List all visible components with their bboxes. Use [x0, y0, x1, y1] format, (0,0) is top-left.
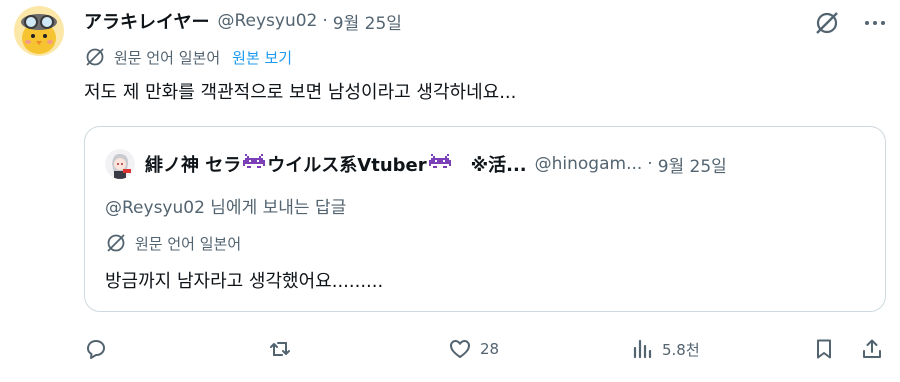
translation-label: 원문 언어 일본어 [114, 48, 221, 67]
grok-icon[interactable] [812, 8, 842, 38]
author-handle[interactable]: @Reysyu02 [217, 11, 317, 31]
reply-button[interactable] [84, 334, 116, 364]
tweet-top-actions [812, 8, 890, 38]
quoted-name-part2: ウイルス系Vtuber [267, 155, 427, 176]
bookmark-button[interactable] [812, 334, 836, 364]
quoted-translation-label: 원문 언어 일본어 [135, 234, 242, 253]
quoted-translation-notice: 원문 언어 일본어 [105, 231, 241, 255]
share-icon [863, 339, 881, 358]
quoted-tweet-header: 緋ノ神 セラ ウイルス系Vtuber ※活... @hinogam... · 9… [105, 149, 869, 179]
author-display-name[interactable]: アラキレイヤー [84, 8, 209, 34]
reply-icon [87, 340, 105, 359]
quoted-tweet-text: 방금까지 남자라고 생각했어요......... [105, 271, 384, 292]
tweet-date[interactable]: 9월 25일 [333, 9, 402, 34]
quoted-author-handle: @hinogam... [534, 154, 643, 174]
quoted-translate-globe-icon [107, 234, 125, 252]
tweet-header: アラキレイヤー @Reysyu02 · 9월 25일 [84, 6, 820, 36]
like-button[interactable]: 28 [448, 334, 499, 364]
author-avatar[interactable] [14, 6, 64, 56]
views-count: 5.8천 [662, 340, 700, 359]
quoted-reply-to: @Reysyu02 님에게 보내는 답글 [105, 198, 347, 218]
quoted-author-display-name: 緋ノ神 セラ ウイルス系Vtuber ※活... [145, 151, 527, 177]
show-original-link[interactable]: 원본 보기 [232, 47, 292, 68]
bookmark-icon [817, 339, 831, 359]
translation-notice: 원문 언어 일본어 원본 보기 [84, 44, 292, 70]
quoted-tweet-date: 9월 25일 [657, 156, 727, 177]
views-button[interactable]: 5.8천 [630, 334, 700, 364]
views-icon [633, 339, 652, 359]
like-count: 28 [480, 340, 500, 358]
retweet-button[interactable] [268, 334, 300, 364]
separator-dot: · [322, 11, 328, 31]
quoted-name-part3: ※活... [452, 155, 527, 176]
space-invader-emoji-icon-2 [428, 154, 451, 168]
quoted-tweet-card[interactable]: 緋ノ神 セラ ウイルス系Vtuber ※活... @hinogam... · 9… [84, 126, 886, 312]
tweet-action-bar: 28 5.8천 [84, 334, 890, 364]
quoted-author-avatar [105, 149, 135, 179]
retweet-icon [270, 342, 290, 356]
tweet-text: 저도 제 만화를 객관적으로 보면 남성이라고 생각하네요... [84, 82, 517, 103]
space-invader-emoji-icon [243, 154, 266, 168]
share-button[interactable] [860, 334, 884, 364]
quoted-separator-dot: · [647, 154, 653, 174]
more-icon[interactable] [860, 8, 890, 38]
translate-globe-icon [86, 48, 104, 66]
like-icon [450, 340, 470, 358]
quoted-name-part1: 緋ノ神 セラ [145, 155, 242, 176]
